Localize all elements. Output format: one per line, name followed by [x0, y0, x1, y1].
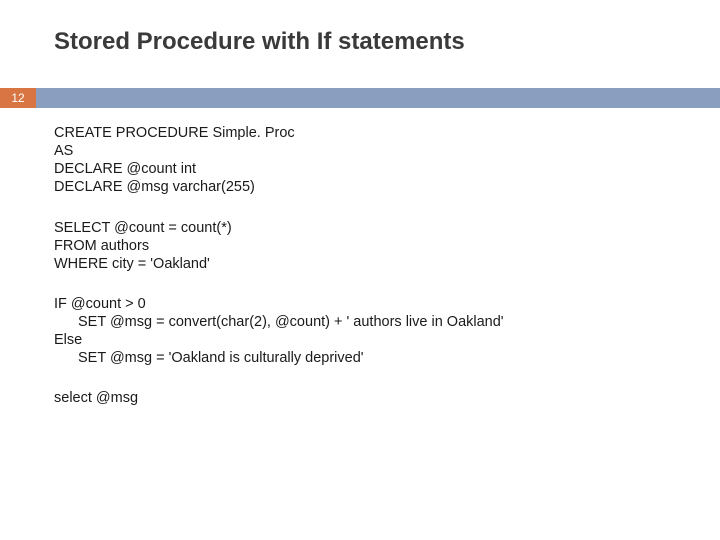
- code-line: CREATE PROCEDURE Simple. Proc: [54, 124, 680, 142]
- code-block-4: select @msg: [54, 389, 680, 407]
- code-line: SET @msg = convert(char(2), @count) + ' …: [54, 313, 680, 331]
- code-line: AS: [54, 142, 680, 160]
- header-band: 12: [0, 88, 720, 108]
- code-line: WHERE city = 'Oakland': [54, 255, 680, 273]
- code-line: SELECT @count = count(*): [54, 219, 680, 237]
- code-block-3: IF @count > 0 SET @msg = convert(char(2)…: [54, 295, 680, 368]
- code-line: SET @msg = 'Oakland is culturally depriv…: [54, 349, 680, 367]
- header-band-fill: [36, 88, 720, 108]
- code-line: IF @count > 0: [54, 295, 680, 313]
- code-content: CREATE PROCEDURE Simple. Proc AS DECLARE…: [54, 124, 680, 430]
- code-line: DECLARE @msg varchar(255): [54, 178, 680, 196]
- code-line: Else: [54, 331, 680, 349]
- code-line: DECLARE @count int: [54, 160, 680, 178]
- code-block-2: SELECT @count = count(*) FROM authors WH…: [54, 219, 680, 273]
- page-number-badge: 12: [0, 88, 36, 108]
- slide-title: Stored Procedure with If statements: [54, 28, 465, 56]
- code-line: FROM authors: [54, 237, 680, 255]
- code-block-1: CREATE PROCEDURE Simple. Proc AS DECLARE…: [54, 124, 680, 197]
- code-line: select @msg: [54, 389, 680, 407]
